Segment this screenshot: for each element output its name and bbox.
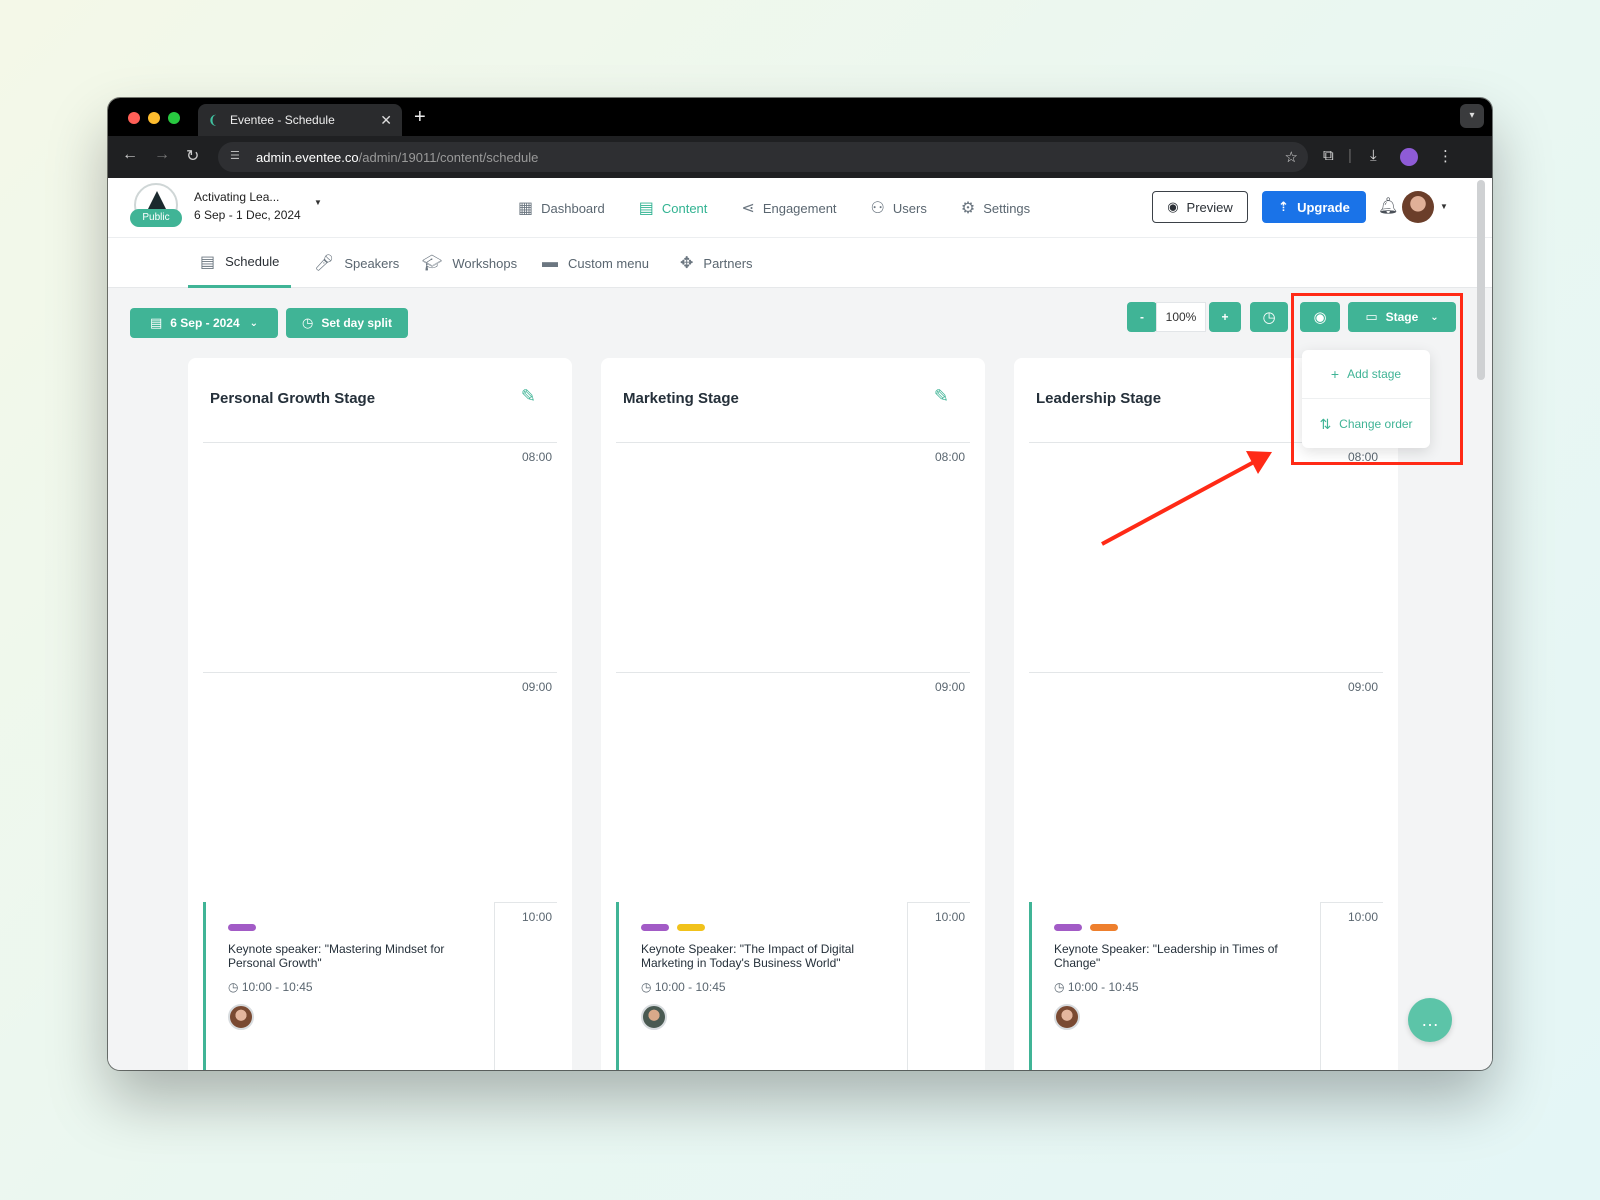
chat-bubble-icon[interactable]: … <box>1408 998 1452 1042</box>
annotation-arrow-shaft <box>1101 460 1255 546</box>
page-scrollbar[interactable] <box>1477 180 1485 380</box>
annotation-arrow-icon <box>1101 451 1272 546</box>
